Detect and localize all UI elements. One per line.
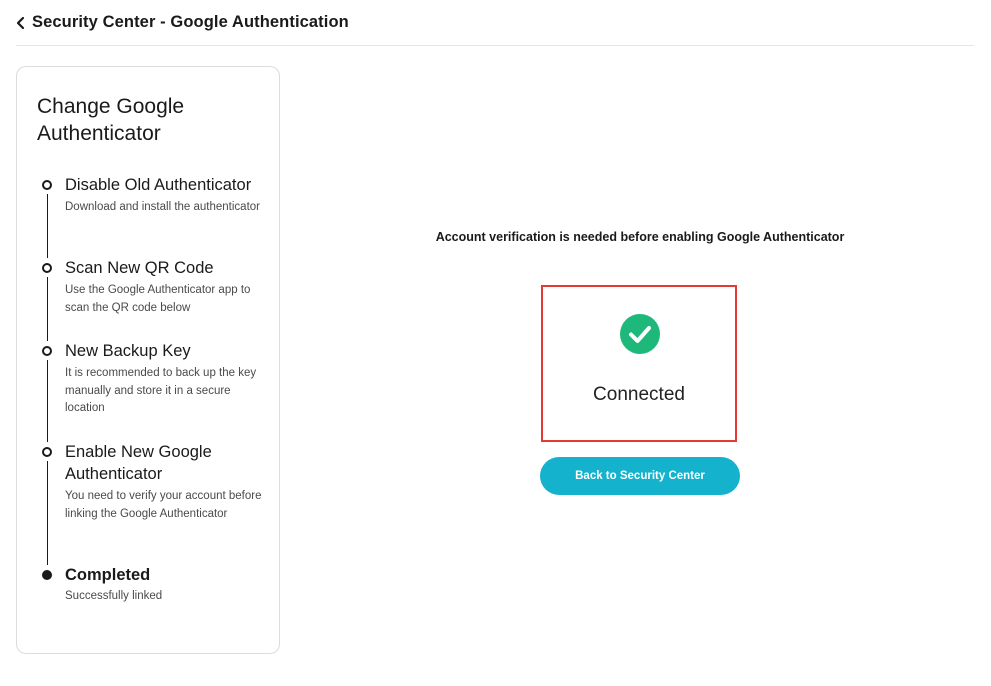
back-to-security-center-button[interactable]: Back to Security Center — [540, 457, 740, 495]
step-title: Completed — [65, 566, 151, 584]
step-description: You need to verify your account before l… — [65, 490, 262, 520]
step-title: New Backup Key — [65, 342, 191, 360]
step-description: Download and install the authenticator — [65, 201, 260, 213]
check-circle-icon — [620, 314, 660, 354]
verification-notice: Account verification is needed before en… — [435, 230, 845, 244]
step-connector — [47, 194, 48, 258]
step-dot — [42, 263, 52, 273]
page-header: Security Center - Google Authentication — [16, 0, 974, 46]
chevron-left-icon[interactable] — [16, 14, 28, 32]
step-dot — [42, 447, 52, 457]
step-title: Disable Old Authenticator — [65, 176, 252, 194]
status-label: Connected — [593, 384, 685, 405]
page-title: Security Center - Google Authentication — [32, 13, 349, 31]
step-title: Enable New Google Authenticator — [65, 443, 212, 483]
step-dot-current — [42, 570, 52, 580]
step-description: Use the Google Authenticator app to scan… — [65, 284, 251, 314]
steps-panel: Change Google Authenticator Disable Old … — [16, 66, 280, 654]
step-connector — [47, 461, 48, 565]
step-connector — [47, 360, 48, 442]
step-title: Scan New QR Code — [65, 259, 214, 277]
connection-status-box: Connected — [541, 285, 737, 442]
panel-title: Change Google Authenticator — [37, 95, 185, 145]
step-dot — [42, 346, 52, 356]
step-dot — [42, 180, 52, 190]
step-connector — [47, 277, 48, 341]
step-description: It is recommended to back up the key man… — [65, 367, 257, 414]
step-description: Successfully linked — [65, 590, 163, 602]
